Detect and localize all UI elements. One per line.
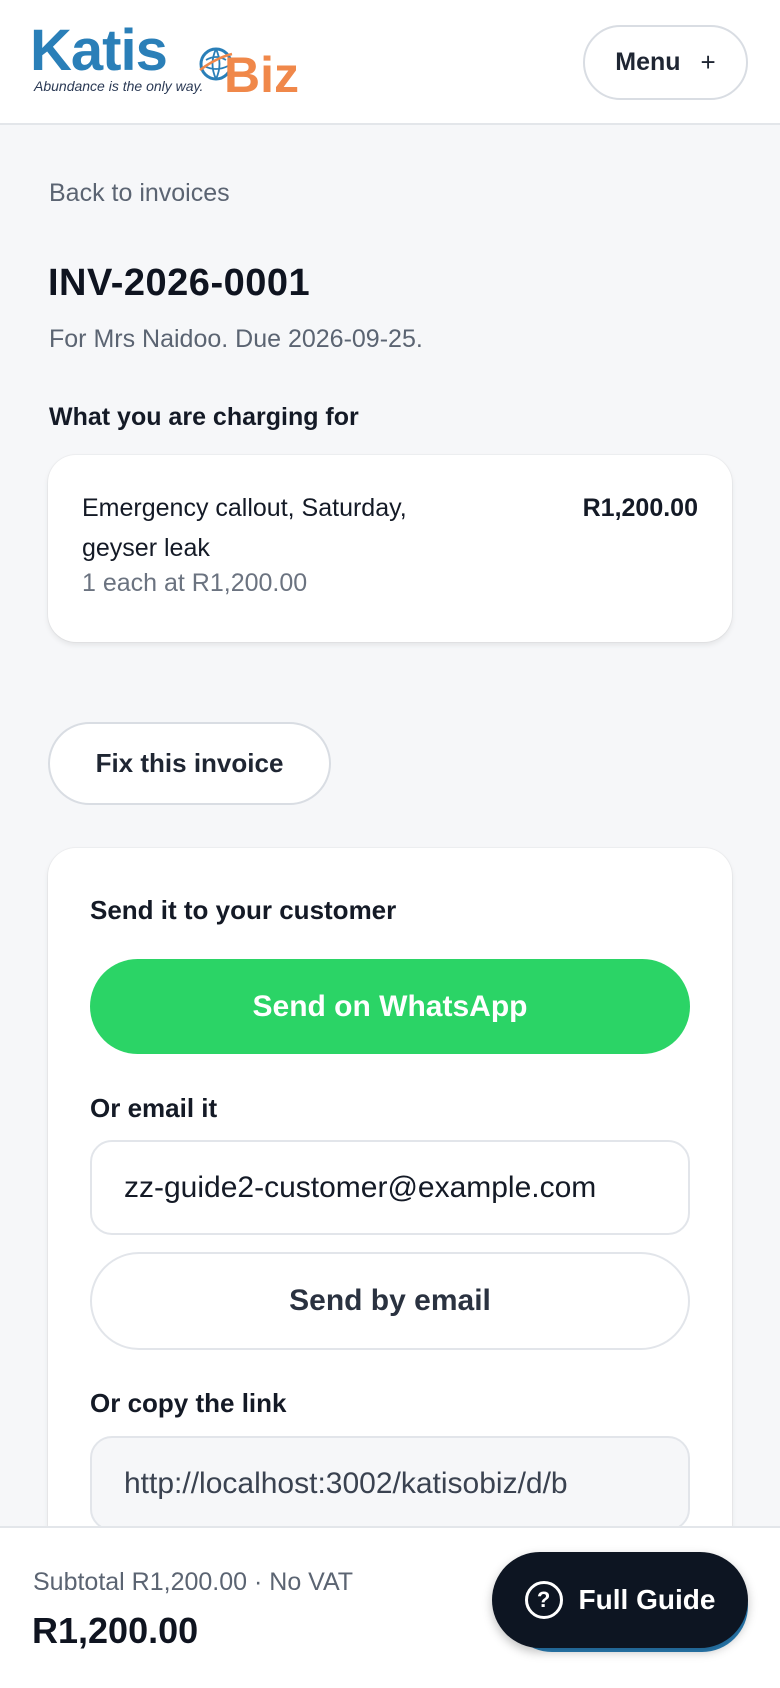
line-item-amount: R1,200.00 — [582, 494, 698, 522]
top-header: Katis Biz Abundance is the only way. Men… — [0, 0, 780, 125]
fix-invoice-button[interactable]: Fix this invoice — [48, 722, 331, 805]
send-whatsapp-button[interactable]: Send on WhatsApp — [90, 959, 690, 1054]
back-to-invoices-link[interactable]: Back to invoices — [49, 179, 230, 208]
line-item-meta: 1 each at R1,200.00 — [82, 569, 308, 597]
app-root: Katis Biz Abundance is the only way. Men… — [0, 0, 780, 1688]
full-guide-button[interactable]: ? Full Guide — [492, 1552, 748, 1648]
plus-icon: + — [700, 47, 716, 77]
share-link-field[interactable] — [90, 1436, 690, 1531]
brand-logo[interactable]: Katis Biz Abundance is the only way. — [30, 22, 330, 102]
send-heading: Send it to your customer — [90, 895, 397, 925]
menu-label: Menu — [615, 48, 681, 76]
question-circle-icon: ? — [524, 1581, 563, 1619]
total-amount: R1,200.00 — [32, 1610, 199, 1651]
logo-text-katis: Katis — [30, 18, 168, 83]
menu-button[interactable]: Menu + — [583, 25, 748, 100]
email-field[interactable] — [90, 1140, 690, 1235]
full-guide-label: Full Guide — [578, 1584, 716, 1615]
send-email-button[interactable]: Send by email — [90, 1252, 690, 1350]
link-heading: Or copy the link — [90, 1388, 287, 1418]
subtotal-text: Subtotal R1,200.00 · No VAT — [33, 1568, 354, 1596]
email-heading: Or email it — [90, 1093, 218, 1123]
logo-text-biz: Biz — [224, 47, 299, 103]
items-heading: What you are charging for — [49, 403, 359, 431]
line-item-card: Emergency callout, Saturday, geyser leak… — [48, 455, 732, 642]
invoice-subtitle: For Mrs Naidoo. Due 2026-09-25. — [49, 325, 423, 353]
line-item-description: Emergency callout, Saturday, geyser leak — [82, 494, 407, 562]
logo-tagline: Abundance is the only way. — [34, 78, 204, 94]
invoice-number: INV-2026-0001 — [48, 262, 311, 304]
